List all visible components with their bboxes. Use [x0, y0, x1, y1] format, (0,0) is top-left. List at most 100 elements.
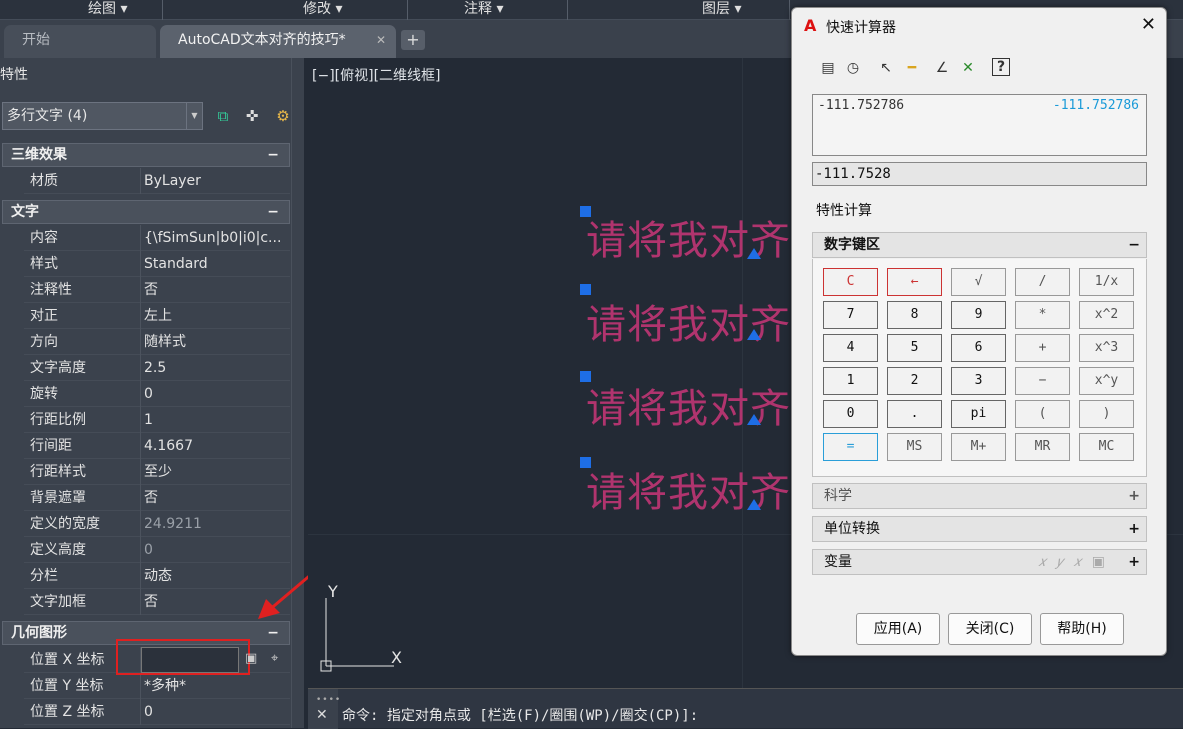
- property-row[interactable]: 背景遮罩 否: [24, 485, 290, 511]
- property-row[interactable]: 文字高度 2.5: [24, 355, 290, 381]
- width-grip[interactable]: [747, 499, 761, 510]
- grip-handle[interactable]: [580, 371, 591, 382]
- grip-handle[interactable]: [580, 457, 591, 468]
- property-value[interactable]: 24.9211: [144, 511, 288, 537]
- property-row[interactable]: 位置 Z 坐标 0: [24, 699, 290, 725]
- property-row[interactable]: 行间距 4.1667: [24, 433, 290, 459]
- memory-clear-key[interactable]: MC: [1079, 433, 1134, 461]
- collapse-icon[interactable]: −: [267, 201, 279, 223]
- square-key[interactable]: x^2: [1079, 301, 1134, 329]
- scientific-panel-header[interactable]: 科学 +: [812, 483, 1147, 509]
- property-value[interactable]: {\fSimSun|b0|i0|c...: [144, 225, 288, 251]
- grip-handle[interactable]: [580, 284, 591, 295]
- distance-icon[interactable]: ━: [902, 58, 922, 78]
- property-value[interactable]: 4.1667: [144, 433, 288, 459]
- expand-icon[interactable]: +: [1128, 550, 1140, 574]
- property-row[interactable]: 注释性 否: [24, 277, 290, 303]
- open-paren-key[interactable]: (: [1015, 400, 1070, 428]
- subtract-key[interactable]: −: [1015, 367, 1070, 395]
- property-row[interactable]: 行距比例 1: [24, 407, 290, 433]
- property-value[interactable]: Standard: [144, 251, 288, 277]
- one-key[interactable]: 1: [823, 367, 878, 395]
- help-button[interactable]: 帮助(H): [1040, 613, 1124, 645]
- calculator-icon[interactable]: ▣: [245, 651, 257, 666]
- property-row[interactable]: 材质 ByLayer: [24, 168, 290, 194]
- memory-store-key[interactable]: MS: [887, 433, 942, 461]
- history-expression[interactable]: -111.752786: [818, 98, 904, 113]
- select-objects-icon[interactable]: ✜: [241, 105, 263, 127]
- property-value[interactable]: 至少: [144, 459, 288, 485]
- expand-icon[interactable]: +: [1128, 484, 1140, 508]
- zero-key[interactable]: 0: [823, 400, 878, 428]
- clear-icon[interactable]: ▤: [818, 58, 838, 78]
- object-type-select[interactable]: 多行文字 (4) ▼: [2, 102, 203, 130]
- power-key[interactable]: x^y: [1079, 367, 1134, 395]
- equals-key[interactable]: =: [823, 433, 878, 461]
- property-value[interactable]: 随样式: [144, 329, 288, 355]
- property-value[interactable]: *多种*: [144, 673, 288, 699]
- mtext-line-3[interactable]: 请将我对齐: [586, 376, 791, 434]
- property-value[interactable]: 左上: [144, 303, 288, 329]
- ribbon-layers-panel[interactable]: 图层 ▾: [568, 0, 790, 20]
- pi-key[interactable]: pi: [951, 400, 1006, 428]
- property-row[interactable]: 位置 Y 坐标 *多种*: [24, 673, 290, 699]
- ribbon-modify-panel[interactable]: 修改 ▾: [215, 0, 408, 20]
- four-key[interactable]: 4: [823, 334, 878, 362]
- tab-current-drawing[interactable]: AutoCAD文本对齐的技巧* ✕: [160, 25, 396, 58]
- eight-key[interactable]: 8: [887, 301, 942, 329]
- decimal-key[interactable]: .: [887, 400, 942, 428]
- property-row[interactable]: 内容 {\fSimSun|b0|i0|c...: [24, 225, 290, 251]
- property-row[interactable]: 样式 Standard: [24, 251, 290, 277]
- memory-recall-key[interactable]: MR: [1015, 433, 1070, 461]
- history-result[interactable]: -111.752786: [1053, 98, 1139, 113]
- width-grip[interactable]: [747, 414, 761, 425]
- palette-scrollbar[interactable]: [291, 58, 304, 728]
- width-grip[interactable]: [747, 329, 761, 340]
- divide-key[interactable]: /: [1015, 268, 1070, 296]
- property-value[interactable]: 否: [144, 277, 288, 303]
- six-key[interactable]: 6: [951, 334, 1006, 362]
- command-line[interactable]: •••• ✕ 命令: 指定对角点或 [栏选(F)/圈围(WP)/圈交(CP)]:: [308, 688, 1183, 729]
- command-line-handle[interactable]: •••• ✕: [308, 689, 340, 729]
- property-row[interactable]: 对正 左上: [24, 303, 290, 329]
- pick-point-icon[interactable]: ⌖: [271, 651, 278, 666]
- property-row[interactable]: 方向 随样式: [24, 329, 290, 355]
- property-value[interactable]: 2.5: [144, 355, 288, 381]
- tab-start[interactable]: 开始: [4, 25, 156, 58]
- backspace-key[interactable]: ←: [887, 268, 942, 296]
- help-icon[interactable]: ?: [992, 58, 1010, 76]
- close-paren-key[interactable]: ): [1079, 400, 1134, 428]
- add-key[interactable]: +: [1015, 334, 1070, 362]
- sqrt-key[interactable]: √: [951, 268, 1006, 296]
- close-icon[interactable]: ✕: [316, 707, 328, 723]
- angle-icon[interactable]: ∠: [932, 58, 952, 78]
- close-icon[interactable]: ✕: [1141, 14, 1156, 35]
- nine-key[interactable]: 9: [951, 301, 1006, 329]
- apply-button[interactable]: 应用(A): [856, 613, 940, 645]
- reciprocal-key[interactable]: 1/x: [1079, 268, 1134, 296]
- memory-add-key[interactable]: M+: [951, 433, 1006, 461]
- close-tab-icon[interactable]: ✕: [376, 25, 386, 56]
- intersection-icon[interactable]: ✕: [958, 58, 978, 78]
- three-key[interactable]: 3: [951, 367, 1006, 395]
- property-row[interactable]: 定义的宽度 24.9211: [24, 511, 290, 537]
- toggle-pickadd-icon[interactable]: ⧉: [212, 105, 234, 127]
- viewport-controls[interactable]: [−][俯视][二维线框]: [312, 65, 441, 85]
- close-button[interactable]: 关闭(C): [948, 613, 1032, 645]
- section-3d-effects[interactable]: 三维效果 −: [2, 143, 290, 167]
- clear-history-icon[interactable]: ◷: [843, 58, 863, 78]
- property-value[interactable]: ByLayer: [144, 168, 288, 194]
- grip-handle[interactable]: [580, 206, 591, 217]
- section-text[interactable]: 文字 −: [2, 200, 290, 224]
- width-grip[interactable]: [747, 248, 761, 259]
- property-value[interactable]: 0: [144, 381, 288, 407]
- get-coordinates-icon[interactable]: ↖: [876, 58, 896, 78]
- property-row[interactable]: 旋转 0: [24, 381, 290, 407]
- property-value[interactable]: 0: [144, 699, 288, 725]
- chevron-down-icon[interactable]: ▼: [186, 103, 202, 129]
- cube-key[interactable]: x^3: [1079, 334, 1134, 362]
- variable-tools-icons[interactable]: 𝑥 𝑦 𝑥 ▣: [1038, 550, 1108, 574]
- collapse-icon[interactable]: −: [267, 622, 279, 644]
- property-value[interactable]: 1: [144, 407, 288, 433]
- clear-key[interactable]: C: [823, 268, 878, 296]
